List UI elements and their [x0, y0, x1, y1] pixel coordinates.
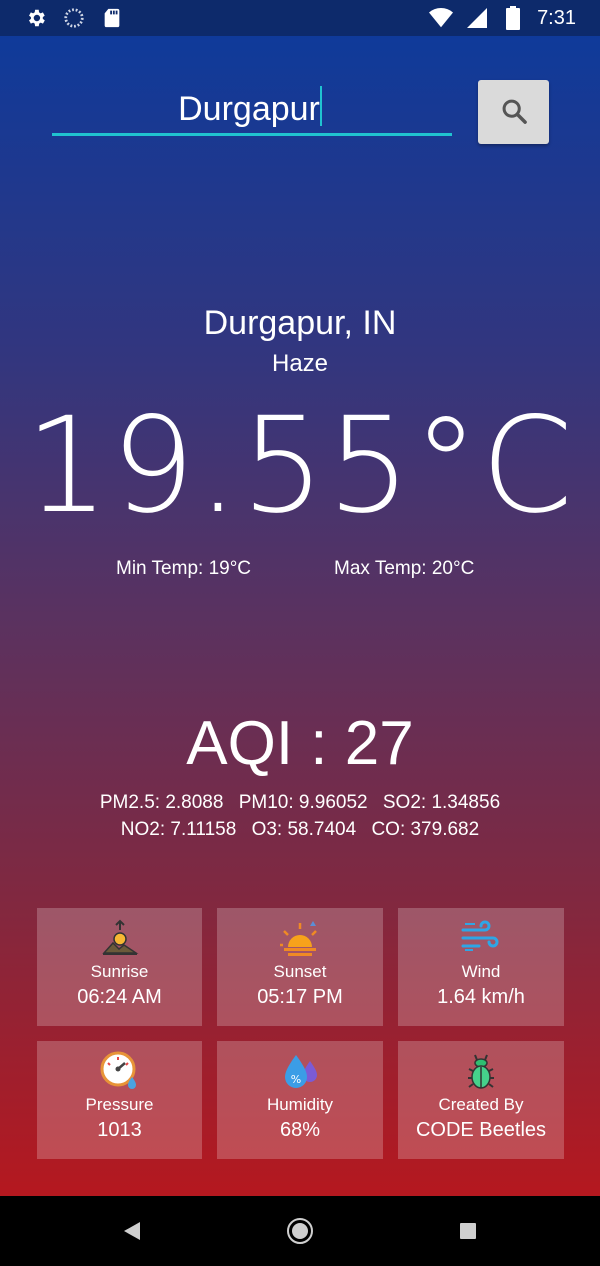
city-search-input[interactable]: Durgapur	[52, 86, 452, 136]
pollutants-row-2: NO2: 7.11158 O3: 58.7404 CO: 379.682	[0, 819, 600, 841]
pressure-value: 1013	[97, 1119, 142, 1141]
pressure-gauge-icon	[100, 1051, 140, 1091]
text-caret	[319, 86, 322, 126]
humidity-tile: % Humidity 68%	[217, 1041, 383, 1159]
humidity-label: Humidity	[266, 1095, 334, 1114]
sunrise-value: 06:24 AM	[77, 986, 162, 1008]
sunset-value: 05:17 PM	[257, 986, 343, 1008]
sunset-tile: Sunset 05:17 PM	[217, 908, 383, 1026]
pm25-value: PM2.5: 2.8088	[99, 792, 224, 813]
search-bar: Durgapur	[0, 36, 600, 166]
pm10-value: PM10: 9.96052	[238, 792, 368, 813]
loading-icon	[62, 6, 86, 30]
max-temperature: Max Temp: 20°C	[334, 558, 475, 579]
wifi-icon	[429, 6, 454, 30]
home-icon[interactable]	[280, 1211, 320, 1251]
back-icon[interactable]	[112, 1211, 152, 1251]
weather-app: Durgapur Durgapur, IN Haze 19.55°C Min T…	[0, 36, 600, 1196]
svg-text:%: %	[291, 1073, 301, 1086]
min-temperature: Min Temp: 19°C	[116, 558, 252, 579]
signal-icon	[465, 6, 489, 30]
pressure-tile: Pressure 1013	[37, 1041, 202, 1159]
sunrise-icon	[100, 918, 140, 958]
status-time: 7:31	[537, 6, 576, 29]
wind-icon	[461, 918, 501, 958]
wind-value: 1.64 km/h	[437, 986, 525, 1008]
battery-icon	[501, 6, 525, 30]
wind-tile: Wind 1.64 km/h	[398, 908, 564, 1026]
details-grid: Sunrise 06:24 AM Sunset 05:17 PM Wind 1.…	[37, 908, 564, 1159]
pollutants-row-1: PM2.5: 2.8088 PM10: 9.96052 SO2: 1.34856	[0, 792, 600, 814]
wind-label: Wind	[461, 962, 501, 981]
recents-icon[interactable]	[448, 1211, 488, 1251]
created-by-value: CODE Beetles	[415, 1119, 547, 1141]
sunset-icon	[280, 918, 320, 958]
search-button[interactable]	[478, 80, 549, 144]
current-temperature: 19.55°C	[24, 389, 576, 543]
city-name: Durgapur, IN	[203, 304, 397, 342]
humidity-value: 68%	[279, 1119, 321, 1141]
status-bar: 7:31	[0, 0, 600, 36]
created-by-tile: Created By CODE Beetles	[398, 1041, 564, 1159]
no2-value: NO2: 7.11158	[120, 819, 237, 840]
sunrise-tile: Sunrise 06:24 AM	[37, 908, 202, 1026]
sd-card-icon	[100, 6, 124, 30]
o3-value: O3: 58.7404	[251, 819, 357, 840]
search-input-value: Durgapur	[178, 90, 320, 128]
aqi-value: AQI : 27	[186, 709, 414, 778]
beetle-icon	[461, 1051, 501, 1091]
pressure-label: Pressure	[85, 1095, 154, 1114]
co-value: CO: 379.682	[371, 819, 480, 840]
created-by-label: Created By	[438, 1095, 524, 1114]
search-icon	[500, 97, 528, 128]
humidity-drop-icon: %	[280, 1051, 320, 1091]
sunset-label: Sunset	[273, 962, 327, 981]
weather-condition: Haze	[271, 350, 329, 377]
navigation-bar	[0, 1196, 600, 1266]
so2-value: SO2: 1.34856	[382, 792, 501, 813]
settings-icon	[24, 6, 48, 30]
sunrise-label: Sunrise	[90, 962, 149, 981]
